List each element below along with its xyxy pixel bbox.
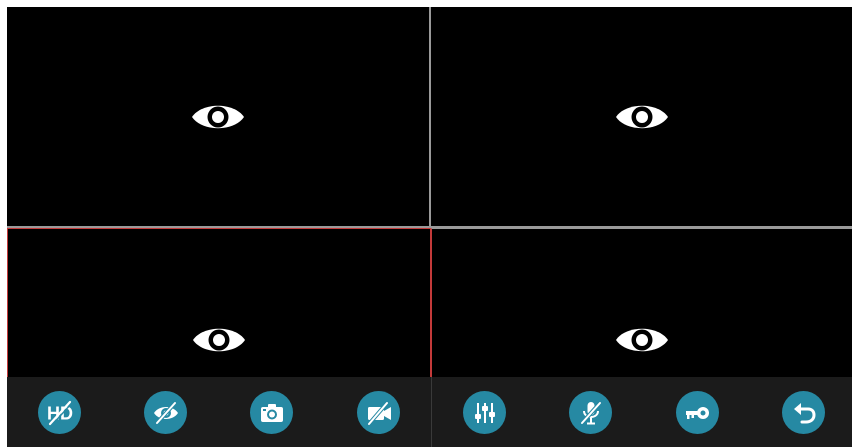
sliders-icon xyxy=(474,402,495,423)
video-off-icon xyxy=(366,400,391,426)
back-button[interactable] xyxy=(782,391,825,434)
mic-off-icon xyxy=(579,400,602,425)
toolbar-divider xyxy=(431,377,432,447)
monitor-screen: HD xyxy=(0,0,852,447)
camera-view-1[interactable] xyxy=(7,7,431,228)
key-icon xyxy=(685,406,709,419)
unlock-button[interactable] xyxy=(676,391,719,434)
mic-off-button[interactable] xyxy=(569,391,612,434)
settings-button[interactable] xyxy=(463,391,506,434)
eye-icon xyxy=(192,105,244,129)
eye-icon xyxy=(615,105,668,129)
hd-off-icon: HD xyxy=(47,400,73,426)
control-toolbar: HD xyxy=(7,377,852,447)
snapshot-button[interactable] xyxy=(250,391,293,434)
view-off-button[interactable] xyxy=(144,391,187,434)
eye-icon xyxy=(193,328,245,352)
camera-icon xyxy=(260,403,283,422)
record-off-button[interactable] xyxy=(357,391,400,434)
camera-view-2[interactable] xyxy=(431,7,852,228)
hd-off-button[interactable]: HD xyxy=(38,391,81,434)
eye-icon xyxy=(616,328,668,352)
eye-slash-icon xyxy=(153,400,178,425)
undo-arrow-icon xyxy=(793,402,816,423)
